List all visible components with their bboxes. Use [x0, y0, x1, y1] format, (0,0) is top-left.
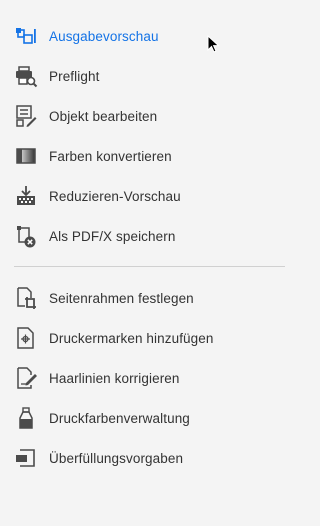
tool-fix-hairlines[interactable]: Haarlinien korrigieren: [0, 360, 300, 396]
printer-marks-icon: [14, 326, 38, 350]
tool-save-pdfx[interactable]: Als PDF/X speichern: [0, 218, 300, 254]
output-preview-icon: [14, 24, 38, 48]
tool-label: Seitenrahmen festlegen: [49, 290, 194, 306]
tool-label: Als PDF/X speichern: [49, 228, 176, 244]
save-pdfx-icon: [14, 224, 38, 248]
trap-presets-icon: [14, 446, 38, 470]
tool-label: Farben konvertieren: [49, 148, 172, 164]
tool-label: Ausgabevorschau: [49, 28, 159, 44]
tool-set-page-boxes[interactable]: Seitenrahmen festlegen: [0, 280, 300, 316]
printer-magnifier-icon: [14, 64, 38, 88]
tool-label: Reduzieren-Vorschau: [49, 188, 181, 204]
edit-object-icon: [14, 104, 38, 128]
ink-manager-icon: [14, 406, 38, 430]
tool-label: Haarlinien korrigieren: [49, 370, 180, 386]
mouse-cursor-icon: [207, 35, 220, 53]
print-production-panel: Ausgabevorschau Preflight Objekt bearbei: [0, 0, 300, 526]
tool-label: Überfüllungsvorgaben: [49, 450, 184, 466]
tool-preflight[interactable]: Preflight: [0, 58, 300, 94]
tool-label: Druckermarken hinzufügen: [49, 330, 214, 346]
tool-label: Objekt bearbeiten: [49, 108, 158, 124]
fix-hairlines-icon: [14, 366, 38, 390]
tool-flatten-preview[interactable]: Reduzieren-Vorschau: [0, 178, 300, 214]
tool-trap-presets[interactable]: Überfüllungsvorgaben: [0, 440, 300, 476]
gradient-swatch-icon: [14, 144, 38, 168]
section-divider: [14, 266, 285, 267]
crop-pages-icon: [14, 286, 38, 310]
tool-output-preview[interactable]: Ausgabevorschau: [0, 18, 300, 54]
tool-ink-manager[interactable]: Druckfarbenverwaltung: [0, 400, 300, 436]
tool-label: Druckfarbenverwaltung: [49, 410, 190, 426]
tool-convert-colors[interactable]: Farben konvertieren: [0, 138, 300, 174]
flatten-preview-icon: [14, 184, 38, 208]
tool-edit-object[interactable]: Objekt bearbeiten: [0, 98, 300, 134]
tool-label: Preflight: [49, 68, 100, 84]
tool-add-printer-marks[interactable]: Druckermarken hinzufügen: [0, 320, 300, 356]
